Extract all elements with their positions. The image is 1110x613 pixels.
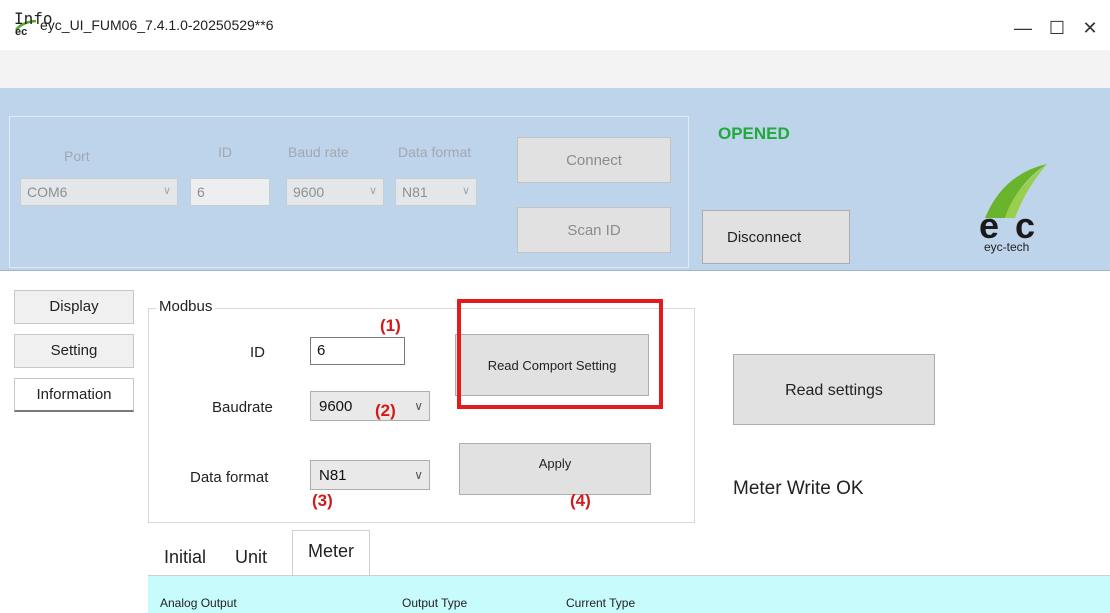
data-format-label-conn: Data format (398, 144, 472, 160)
disconnect-button[interactable]: Disconnect (702, 210, 850, 264)
baud-rate-value: 9600 (293, 184, 325, 200)
modbus-id-input[interactable]: 6 (310, 337, 405, 365)
logo-caption: eyc-tech (984, 240, 1030, 254)
baud-rate-select[interactable]: 9600 ∨ (286, 178, 384, 206)
data-format-select-conn[interactable]: N81 ∨ (395, 178, 477, 206)
port-value: COM6 (27, 184, 68, 200)
read-settings-button[interactable]: Read settings (733, 354, 935, 425)
chevron-down-icon: ∨ (414, 468, 423, 482)
chevron-down-icon: ∨ (162, 185, 171, 197)
port-select[interactable]: COM6 ∨ (20, 178, 178, 206)
modbus-data-format-label: Data format (190, 469, 269, 486)
close-button[interactable]: ✕ (1070, 12, 1110, 44)
menu-bar (0, 50, 1110, 88)
chevron-down-icon: ∨ (368, 185, 377, 197)
baud-rate-label: Baud rate (288, 144, 349, 160)
modbus-data-format-select[interactable]: N81 ∨ (310, 460, 430, 490)
meter-status-text: Meter Write OK (733, 478, 864, 499)
tab-unit[interactable]: Unit (218, 538, 284, 576)
tab-initial[interactable]: Initial (152, 538, 218, 576)
connection-status: OPENED (718, 124, 790, 143)
menu-item-info[interactable]: Info (14, 9, 53, 28)
apply-button[interactable]: Apply (459, 443, 651, 495)
window-title: eyc_UI_FUM06_7.4.1.0-20250529**6 (40, 17, 274, 33)
id-input-conn[interactable]: 6 (190, 178, 270, 206)
annotation-2: (2) (375, 401, 396, 420)
connect-button[interactable]: Connect (517, 137, 671, 183)
tab-meter[interactable]: Meter (292, 530, 370, 576)
modbus-baudrate-label: Baudrate (212, 399, 273, 416)
annotation-4: (4) (570, 491, 591, 510)
chevron-down-icon: ∨ (414, 399, 423, 413)
tab-setting[interactable]: Setting (14, 334, 134, 368)
chevron-down-icon: ∨ (461, 185, 470, 197)
tab-information[interactable]: Information (14, 378, 134, 412)
data-format-value-conn: N81 (402, 184, 428, 200)
modbus-baudrate-select[interactable]: 9600 ∨ (310, 391, 430, 421)
modbus-data-format-value: N81 (319, 467, 347, 484)
port-label: Port (64, 148, 90, 164)
annotation-1: (1) (380, 316, 401, 335)
scan-id-button[interactable]: Scan ID (517, 207, 671, 253)
modbus-group-title: Modbus (156, 298, 216, 315)
modbus-baudrate-value: 9600 (319, 398, 353, 415)
highlight-box (457, 299, 663, 409)
id-label-conn: ID (218, 144, 232, 160)
tab-display[interactable]: Display (14, 290, 134, 324)
id-value-conn: 6 (197, 184, 205, 200)
analog-output-header: Analog Output (160, 596, 237, 610)
modbus-id-label: ID (250, 344, 265, 361)
annotation-3: (3) (312, 491, 333, 510)
output-type-header: Output Type (402, 596, 468, 610)
current-type-header: Current Type (566, 596, 636, 610)
